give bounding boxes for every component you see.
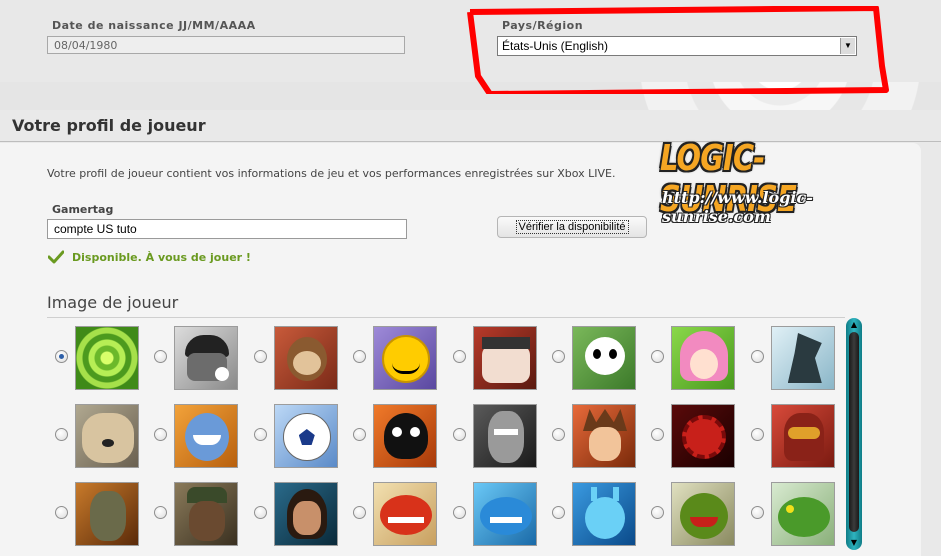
gamerpic-radio[interactable] bbox=[353, 350, 367, 363]
gamerpic-dragon[interactable] bbox=[770, 326, 835, 390]
gamerpic-radio[interactable] bbox=[154, 428, 168, 441]
gamerpic-option[interactable] bbox=[643, 404, 743, 470]
gamerpic-option[interactable] bbox=[246, 482, 346, 548]
gamerpic-beanie-guy[interactable] bbox=[174, 326, 239, 390]
gamerpic-pirate[interactable] bbox=[472, 326, 537, 390]
highlight-outline bbox=[467, 6, 889, 94]
gamerpic-blue-snail[interactable] bbox=[572, 482, 636, 546]
gamertag-input[interactable]: compte US tuto bbox=[47, 219, 407, 239]
gamerpic-title: Image de joueur bbox=[47, 293, 179, 312]
gamerpic-soldier-portrait[interactable] bbox=[174, 482, 239, 546]
gamerpic-radio[interactable] bbox=[154, 506, 168, 519]
gamerpic-radio[interactable] bbox=[253, 506, 267, 519]
gamerpic-dog[interactable] bbox=[75, 404, 139, 468]
gamerpic-green-monster[interactable] bbox=[671, 482, 736, 546]
gamerpic-radio[interactable] bbox=[651, 350, 665, 363]
gamerpic-blue-fish[interactable] bbox=[472, 482, 537, 546]
scroll-down-icon[interactable]: ▼ bbox=[849, 538, 859, 548]
gamerpic-radio[interactable] bbox=[55, 428, 68, 441]
scrollbar-thumb[interactable] bbox=[849, 332, 859, 532]
gamerpic-option[interactable] bbox=[643, 326, 743, 392]
gamerpic-option[interactable] bbox=[445, 404, 545, 470]
gamerpic-radio[interactable] bbox=[552, 350, 565, 363]
gamerpic-option[interactable] bbox=[743, 482, 843, 548]
gamerpic-soccer-ball[interactable] bbox=[273, 404, 338, 468]
gamerpic-option[interactable] bbox=[146, 482, 246, 548]
gamerpic-radio[interactable] bbox=[353, 428, 367, 441]
gamerpic-radio[interactable] bbox=[651, 506, 665, 519]
gamerpic-option[interactable] bbox=[743, 404, 843, 470]
gamerpic-radio[interactable] bbox=[55, 350, 68, 363]
gamerpic-radio[interactable] bbox=[750, 350, 764, 363]
gamerpic-option[interactable] bbox=[47, 404, 147, 470]
gamerpic-anime-girl[interactable] bbox=[671, 326, 736, 390]
gamerpic-option[interactable] bbox=[345, 482, 445, 548]
gamerpic-smiley[interactable] bbox=[373, 326, 438, 390]
gamerpic-option[interactable] bbox=[345, 326, 445, 392]
gamerpic-panda[interactable] bbox=[572, 326, 636, 390]
gamerpic-divider bbox=[47, 317, 845, 318]
watermark-url: http://www.logic-sunrise.com bbox=[662, 188, 813, 226]
gamerpic-skull[interactable] bbox=[373, 404, 438, 468]
scroll-up-icon[interactable]: ▲ bbox=[849, 320, 859, 330]
gamerpic-radio[interactable] bbox=[750, 428, 764, 441]
gamerpic-radio[interactable] bbox=[55, 506, 68, 519]
gamerpic-option[interactable] bbox=[345, 404, 445, 470]
gamerpic-soldier-fire[interactable] bbox=[75, 482, 139, 546]
gamerpic-radio[interactable] bbox=[253, 350, 267, 363]
gamerpic-option[interactable] bbox=[246, 404, 346, 470]
gamerpic-green-rings[interactable] bbox=[75, 326, 139, 390]
gamerpic-scrollbar[interactable]: ▲ ▼ bbox=[846, 318, 862, 550]
gamerpic-option[interactable] bbox=[47, 482, 147, 548]
profile-description: Votre profil de joueur contient vos info… bbox=[47, 167, 616, 180]
watermark-logo: LOGIC-SUNRISE http://www.logic-sunrise.c… bbox=[660, 138, 890, 226]
profile-section-title: Votre profil de joueur bbox=[12, 116, 206, 135]
check-availability-label: Vérifier la disponibilité bbox=[515, 220, 629, 234]
gamerpic-option[interactable] bbox=[544, 404, 644, 470]
gamerpic-radio[interactable] bbox=[353, 506, 367, 519]
check-availability-button[interactable]: Vérifier la disponibilité bbox=[497, 216, 647, 238]
gamerpic-spiky-hair-boy[interactable] bbox=[572, 404, 636, 468]
gamerpic-radio[interactable] bbox=[552, 506, 565, 519]
availability-status: Disponible. À vous de jouer ! bbox=[72, 251, 251, 264]
gamerpic-cyber-warrior[interactable] bbox=[472, 404, 537, 468]
gamerpic-red-spartan[interactable] bbox=[770, 404, 835, 468]
birthdate-label: Date de naissance JJ/MM/AAAA bbox=[52, 19, 256, 32]
gamerpic-option[interactable] bbox=[743, 326, 843, 392]
gamerpic-option[interactable] bbox=[544, 482, 644, 548]
gamerpic-option[interactable] bbox=[643, 482, 743, 548]
gamerpic-option[interactable] bbox=[445, 326, 545, 392]
gamerpic-option[interactable] bbox=[146, 326, 246, 392]
gamerpic-radio[interactable] bbox=[452, 428, 466, 441]
gamerpic-radio[interactable] bbox=[651, 428, 665, 441]
gamerpic-option[interactable] bbox=[445, 482, 545, 548]
gamerpic-radio[interactable] bbox=[750, 506, 764, 519]
checkmark-icon bbox=[48, 250, 64, 264]
gamertag-label: Gamertag bbox=[52, 203, 114, 216]
gamerpic-radio[interactable] bbox=[253, 428, 267, 441]
gamerpic-red-skull-gear[interactable] bbox=[671, 404, 736, 468]
gamerpic-radio[interactable] bbox=[552, 428, 565, 441]
gamerpic-red-dragon[interactable] bbox=[373, 482, 438, 546]
gamerpic-blue-creature[interactable] bbox=[174, 404, 239, 468]
gamerpic-monkey[interactable] bbox=[273, 326, 338, 390]
gamerpic-option[interactable] bbox=[146, 404, 246, 470]
gamerpic-green-lizard[interactable] bbox=[770, 482, 835, 546]
birthdate-field[interactable]: 08/04/1980 bbox=[47, 36, 405, 54]
gamerpic-radio[interactable] bbox=[452, 506, 466, 519]
gamerpic-elf-girl[interactable] bbox=[273, 482, 338, 546]
gamerpic-option[interactable] bbox=[47, 326, 147, 392]
gamerpic-radio[interactable] bbox=[154, 350, 168, 363]
gamerpic-option[interactable] bbox=[246, 326, 346, 392]
gamerpic-radio[interactable] bbox=[452, 350, 466, 363]
gamerpic-option[interactable] bbox=[544, 326, 644, 392]
